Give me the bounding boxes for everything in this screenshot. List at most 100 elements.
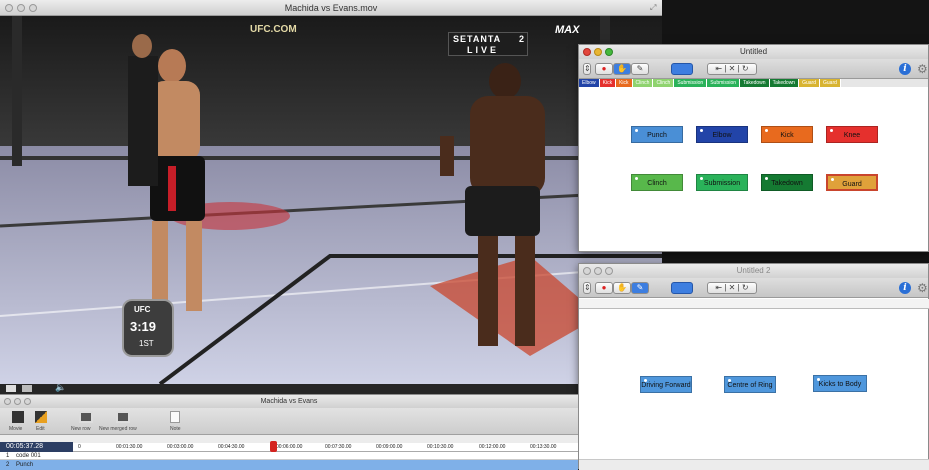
note-icon[interactable] [170,411,180,423]
ruler-tick: 0 [78,444,81,450]
category-elbow[interactable]: Elbow [579,79,600,87]
code-button-submission[interactable]: Submission [696,174,748,191]
close-button[interactable] [4,398,11,405]
badge-ufc-text: UFC [134,305,151,314]
ufc-overlay-text: UFC.COM [250,24,297,35]
movie-icon[interactable] [12,411,24,423]
category-takedown-2[interactable]: Takedown [769,79,800,87]
gear-icon[interactable]: ⚙ [917,62,928,76]
ruler-tick: 00:13:30.00 [530,444,557,450]
stepper-button[interactable]: ⇕ [583,282,591,294]
edit-tool-label: Edit [36,426,45,432]
edit-tool-button[interactable]: ✎ [631,63,649,75]
gear-icon[interactable]: ⚙ [917,281,928,295]
coding-window-untitled: Untitled ⇕ ● ✋ ✎ ⇤ | ✕ | ↻ i ⚙ Elbow Kic… [578,44,929,252]
info-icon[interactable]: i [899,282,911,294]
new-merged-row-icon[interactable] [116,411,130,423]
screen-size-icon[interactable] [22,385,32,392]
edit-icon[interactable] [35,411,47,423]
minimize-button[interactable] [594,267,602,275]
timeline-row[interactable]: 1 code 001 [0,452,578,460]
category-takedown[interactable]: Takedown [740,79,770,87]
category-submission[interactable]: Submission [674,79,708,87]
code-button-takedown[interactable]: Takedown [761,174,813,191]
code-button-elbow[interactable]: Elbow [696,126,748,143]
setanta-logo: SETANTA 2 LIVE [448,32,528,56]
hand-tool-button[interactable]: ✋ [613,63,631,75]
ruler-tick: 00:04:30.00 [218,444,245,450]
badge-round-text: 1ST [139,339,154,348]
zoom-button[interactable] [29,4,37,12]
code-button-label: Clinch [647,180,667,187]
movie-window-title: Machida vs Evans.mov [284,3,378,13]
close-button[interactable] [5,4,13,12]
volume-icon[interactable]: 🔈 [55,382,66,393]
undo-redo-group[interactable]: ⇤ | ✕ | ↻ [707,63,757,75]
video-frame[interactable]: UFC.COM SETANTA 2 LIVE MAX UFC 3:19 1ST [0,16,662,384]
code-button-kick[interactable]: Kick [761,126,813,143]
ruler-tick: 00:09:00.00 [376,444,403,450]
close-button[interactable] [583,267,591,275]
category-kick[interactable]: Kick [599,79,617,87]
edit-tool-button[interactable]: ✎ [631,282,649,294]
timeline-window: Machida vs Evans Movie Edit New row New … [0,394,578,470]
zoom-button[interactable] [24,398,31,405]
sponsor-overlay: MAX [555,24,580,36]
minimize-button[interactable] [594,48,602,56]
code-button-label: Elbow [712,132,732,139]
code-button-centre-of-ring[interactable]: Centre of Ring [724,376,776,393]
undo-redo-group[interactable]: ⇤ | ✕ | ↻ [707,282,757,294]
code-button-driving-forward[interactable]: Driving Forward [640,376,692,393]
record-button[interactable]: ● [595,63,613,75]
category-submission-2[interactable]: Submission [707,79,741,87]
setanta-channel: 2 [519,34,525,44]
fight-clock-badge: UFC 3:19 1ST [122,299,174,357]
info-icon[interactable]: i [899,63,911,75]
code-button-label: Submission [703,180,741,187]
code-button-label: Punch [647,132,667,139]
resize-corner-icon[interactable]: ⤢ [650,3,656,13]
stepper-button[interactable]: ⇕ [583,63,591,75]
category-clinch[interactable]: Clinch [632,79,654,87]
setanta-text: SETANTA [453,34,502,44]
minimize-button[interactable] [17,4,25,12]
minimize-button[interactable] [14,398,21,405]
add-button-tool[interactable] [671,63,693,75]
close-button[interactable] [583,48,591,56]
row-index: 1 [6,453,10,459]
movie-window: Machida vs Evans.mov ⤢ UFC.COM SETANTA 2… [0,0,662,394]
code-button-knee[interactable]: Knee [826,126,878,143]
code-button-label: Driving Forward [641,382,691,389]
category-kick-2[interactable]: Kick [616,79,633,87]
category-bar: Elbow Kick Kick Clinch Clinch Submission… [579,79,928,87]
coding-window-title: Untitled [739,47,768,56]
coding-window-titlebar[interactable]: Untitled [579,45,928,59]
ruler-tick: 00:12:00.00 [479,444,506,450]
category-guard-2[interactable]: Guard [820,79,841,87]
fullscreen-icon[interactable] [6,385,16,392]
timeline-ruler[interactable]: 0 00:01:30.00 00:03:00.00 00:04:30.00 00… [0,443,578,452]
movie-tool-label: Movie [9,426,23,432]
new-row-icon[interactable] [79,411,93,423]
zoom-button[interactable] [605,267,613,275]
record-button[interactable]: ● [595,282,613,294]
zoom-button[interactable] [605,48,613,56]
note-tool-label: Note [170,426,181,432]
movie-window-titlebar[interactable]: Machida vs Evans.mov [0,0,662,16]
code-button-kicks-to-body[interactable]: Kicks to Body [813,375,867,392]
code-button-punch[interactable]: Punch [631,126,683,143]
hand-tool-button[interactable]: ✋ [613,282,631,294]
add-button-tool[interactable] [671,282,693,294]
coding-window-titlebar[interactable]: Untitled 2 [579,264,928,278]
code-button-guard[interactable]: Guard [826,174,878,191]
timeline-titlebar[interactable]: Machida vs Evans [0,395,578,408]
category-guard[interactable]: Guard [799,79,820,87]
row-index: 2 [6,462,10,468]
code-button-clinch[interactable]: Clinch [631,174,683,191]
code-button-label: Centre of Ring [727,382,773,389]
ruler-tick: 00:10:30.00 [427,444,454,450]
new-row-label: New row [71,426,91,432]
status-bar [579,459,929,470]
category-clinch-2[interactable]: Clinch [653,79,675,87]
playhead-handle[interactable] [270,441,277,452]
